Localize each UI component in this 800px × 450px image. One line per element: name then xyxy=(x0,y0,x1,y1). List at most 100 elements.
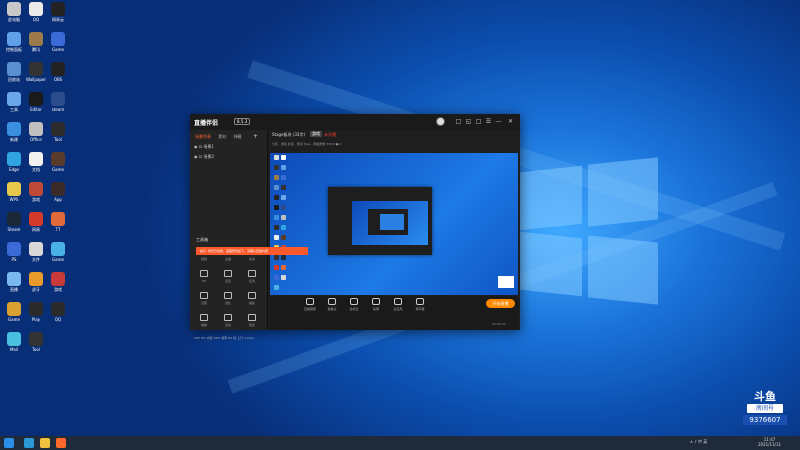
app-icon xyxy=(7,182,21,196)
desktop-icon[interactable]: OBS xyxy=(47,62,69,82)
control-label: 摄像头 xyxy=(327,307,337,311)
desktop-icon[interactable]: 工具 xyxy=(3,92,25,112)
preview-icon xyxy=(281,185,286,190)
titlebar-button-3[interactable]: □ xyxy=(474,117,483,126)
desktop-icon[interactable]: 腾讯 xyxy=(25,32,47,52)
desktop-icon-label: Office xyxy=(30,137,42,142)
desktop-icon[interactable]: 网易云 xyxy=(47,2,69,22)
desktop-icon[interactable]: Game xyxy=(3,302,25,322)
desktop-icon[interactable]: 游戏 xyxy=(25,182,47,202)
screen-capture-button[interactable]: 直播屏幕 xyxy=(300,298,320,311)
desktop-icon[interactable]: Play xyxy=(25,302,47,322)
toolbox-item[interactable]: 活动 xyxy=(218,314,238,327)
desktop-icon[interactable]: 控制面板 xyxy=(3,32,25,52)
preview-icon xyxy=(274,175,279,180)
camera-button[interactable]: 摄像头 xyxy=(322,298,342,311)
toolbox-item[interactable]: 送礼 xyxy=(218,292,238,305)
toolbox-item[interactable]: 更多 xyxy=(242,314,262,327)
desktop-icon[interactable]: Mail xyxy=(3,332,25,352)
scene-item[interactable]: ◉ ⊡ 场景2 xyxy=(194,154,214,160)
taskbar-clock[interactable]: 11:47 2021/11/11 xyxy=(758,437,781,447)
speaker-button[interactable]: 扬声器 xyxy=(410,298,430,311)
scene-item[interactable]: ◉ ⊡ 场景1 xyxy=(194,144,214,150)
desktop-icon[interactable]: 新建 xyxy=(3,122,25,142)
windows-start-icon[interactable] xyxy=(4,438,14,448)
desktop-icon[interactable]: Editor xyxy=(25,92,47,112)
toolbox-item[interactable]: 福袋 xyxy=(194,314,214,327)
desktop-icon[interactable]: TT xyxy=(47,212,69,232)
scene-label: 场景1 xyxy=(203,144,214,149)
desktop-icon[interactable]: Edge xyxy=(3,152,25,172)
desktop-icon[interactable]: Game xyxy=(47,152,69,172)
tool-label: 更多 xyxy=(248,323,255,327)
desktop-icon[interactable]: 文档 xyxy=(25,152,47,172)
microphone-button[interactable]: 麦克风 xyxy=(388,298,408,311)
tab-materials[interactable]: 素材 xyxy=(218,134,226,140)
minimize-button[interactable]: — xyxy=(494,117,503,126)
tool-icon xyxy=(200,292,208,299)
desktop-icon[interactable]: 网易 xyxy=(25,212,47,232)
desktop-icon[interactable]: steam xyxy=(47,92,69,112)
desktop-icon[interactable]: 虎牙 xyxy=(25,272,47,292)
preview-icon xyxy=(274,265,279,270)
stream-preview[interactable] xyxy=(270,153,518,295)
toolbox-item[interactable]: 连麦 xyxy=(218,270,238,283)
add-scene-button[interactable]: + xyxy=(253,133,258,140)
app-icon xyxy=(29,122,43,136)
toolbox-item[interactable]: PK xyxy=(194,270,214,283)
tool-label: 房间 xyxy=(248,257,255,261)
desktop-icon[interactable]: Game xyxy=(47,242,69,262)
streaming-app-taskbar-icon[interactable] xyxy=(56,438,66,448)
category-badge[interactable]: 游戏 xyxy=(310,131,322,137)
desktop-icon-label: Edge xyxy=(8,167,20,172)
toolbox-item[interactable]: 任务 xyxy=(242,270,262,283)
notification-banner[interactable]: 提示: 场景已切换，画面预览如下，请确认直播内容 xyxy=(196,247,308,255)
desktop-icon[interactable]: WPS xyxy=(3,182,25,202)
version-badge[interactable]: 8.5.3 xyxy=(234,118,251,125)
user-avatar[interactable] xyxy=(436,117,445,126)
system-tray[interactable]: ∧ ♪ 中 英 xyxy=(690,439,707,445)
app-icon xyxy=(29,152,43,166)
preview-icon xyxy=(274,155,279,160)
desktop-icon-label: WPS xyxy=(9,197,19,202)
multi-camera-button[interactable]: 多机位 xyxy=(344,298,364,311)
desktop-icon[interactable]: Tool xyxy=(25,332,47,352)
app-icon xyxy=(29,62,43,76)
desktop-icon[interactable]: Office xyxy=(25,122,47,142)
tab-danmaku[interactable]: 弹幕 xyxy=(234,134,242,140)
toolbox-item[interactable]: 高能 xyxy=(194,292,214,305)
close-button[interactable]: ✕ xyxy=(506,117,515,126)
desktop-icon[interactable]: Game xyxy=(47,32,69,52)
desktop-icon[interactable]: 直播 xyxy=(3,272,25,292)
desktop-icon[interactable]: Tool xyxy=(47,122,69,142)
preview-desktop-icons xyxy=(272,155,292,295)
preview-icon xyxy=(281,275,286,280)
desktop-icon[interactable]: 此电脑 xyxy=(3,2,25,22)
titlebar-button-2[interactable]: ◱ xyxy=(464,117,473,126)
stream-title[interactable]: Stage板块 (33字) xyxy=(272,132,305,138)
scene-sidebar: 场景列表 素材 弹幕 + ◉ ⊡ 场景1 ◉ ⊡ 场景2 工具箱 视频 主播 房间 P… xyxy=(190,130,268,340)
desktop-icon[interactable]: 游戏 xyxy=(47,272,69,292)
desktop-icon-label: TT xyxy=(55,227,61,232)
desktop-icon[interactable]: 文件 xyxy=(25,242,47,262)
desktop-icon[interactable]: Wallpaper xyxy=(25,62,47,82)
edge-taskbar-icon[interactable] xyxy=(24,438,34,448)
desktop-icon[interactable]: QQ xyxy=(47,302,69,322)
preview-icon xyxy=(281,195,286,200)
cast-button[interactable]: 投屏 xyxy=(366,298,386,311)
desktop-icon[interactable]: Steam xyxy=(3,212,25,232)
desktop-icon[interactable]: 回收站 xyxy=(3,62,25,82)
app-icon xyxy=(51,242,65,256)
toolbox-item[interactable]: 抽奖 xyxy=(242,292,262,305)
app-icon xyxy=(51,62,65,76)
go-live-button[interactable]: 开始直播 xyxy=(486,299,515,308)
desktop-icon[interactable]: App xyxy=(47,182,69,202)
desktop-icon[interactable]: QQ xyxy=(25,2,47,22)
folder-taskbar-icon[interactable] xyxy=(40,438,50,448)
menu-button[interactable]: ☰ xyxy=(484,117,493,126)
control-icon xyxy=(394,298,402,305)
desktop-icon[interactable]: PS xyxy=(3,242,25,262)
tab-scene-list[interactable]: 场景列表 xyxy=(195,134,211,140)
titlebar-button-1[interactable]: □ xyxy=(454,117,463,126)
preview-icon xyxy=(274,235,279,240)
